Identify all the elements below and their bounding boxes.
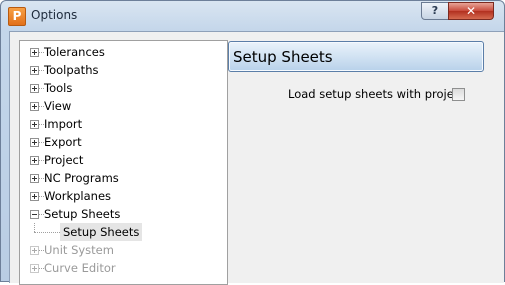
- tree-item-label: Tolerances: [44, 45, 105, 59]
- expand-icon[interactable]: [30, 174, 39, 183]
- tree-item-label: Curve Editor: [44, 261, 116, 275]
- expand-icon[interactable]: [30, 192, 39, 201]
- tree-item-label: View: [44, 99, 72, 113]
- load-setup-sheets-checkbox[interactable]: [452, 88, 465, 101]
- expand-icon[interactable]: [30, 264, 39, 273]
- expand-icon[interactable]: [30, 246, 39, 255]
- tree-connector: [34, 223, 36, 232]
- tree-item-label: Setup Sheets: [60, 223, 143, 241]
- expand-icon[interactable]: [30, 156, 39, 165]
- expand-icon[interactable]: [30, 84, 39, 93]
- tree-item-label: Export: [44, 135, 82, 149]
- title-bar[interactable]: P Options ? ✕: [1, 1, 504, 31]
- window-title: Options: [31, 8, 78, 22]
- collapse-icon[interactable]: [30, 210, 39, 219]
- tree-item-label: NC Programs: [44, 171, 119, 185]
- close-button[interactable]: ✕: [448, 2, 494, 20]
- tree-connector: [34, 232, 60, 234]
- help-button[interactable]: ?: [421, 2, 449, 20]
- options-tree[interactable]: Tolerances Toolpaths Tools View Import E…: [19, 40, 228, 285]
- tree-item-label: Project: [44, 153, 84, 167]
- app-logo-icon: P: [8, 7, 26, 26]
- expand-icon[interactable]: [30, 48, 39, 57]
- option-label: Load setup sheets with project: [288, 87, 465, 101]
- section-header: Setup Sheets: [228, 41, 484, 72]
- tree-item-label: Setup Sheets: [44, 207, 121, 221]
- expand-icon[interactable]: [30, 120, 39, 129]
- page-title: Setup Sheets: [233, 48, 333, 66]
- tree-item-label: Toolpaths: [44, 63, 99, 77]
- expand-icon[interactable]: [30, 66, 39, 75]
- tree-item-label: Import: [44, 117, 83, 131]
- expand-icon[interactable]: [30, 102, 39, 111]
- tree-item-label: Workplanes: [44, 189, 112, 203]
- expand-icon[interactable]: [30, 138, 39, 147]
- tree-item-label: Unit System: [44, 243, 114, 257]
- tree-item-label: Tools: [44, 81, 73, 95]
